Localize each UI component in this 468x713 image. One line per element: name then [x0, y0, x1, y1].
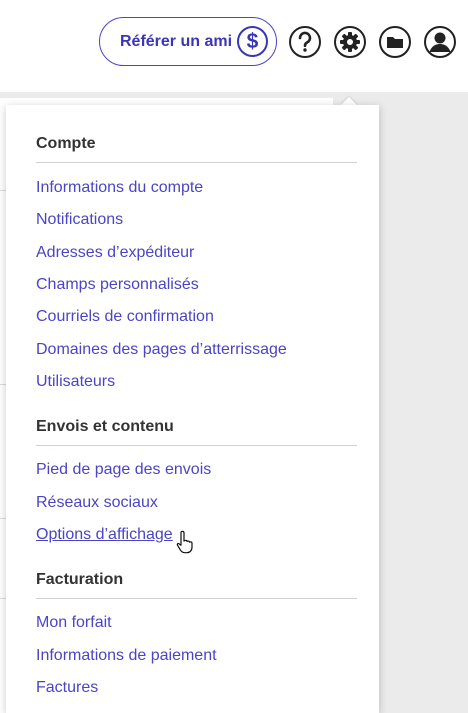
section-title-compte: Compte	[36, 135, 96, 152]
menu-item-informations-de-paiement[interactable]: Informations de paiement	[36, 647, 217, 665]
menu-item-options-affichage[interactable]: Options d’affichage	[36, 526, 173, 544]
help-button[interactable]	[289, 26, 321, 58]
section-title-envois-et-contenu: Envois et contenu	[36, 418, 174, 435]
menu-item-courriels-de-confirmation[interactable]: Courriels de confirmation	[36, 308, 214, 326]
menu-item-notifications[interactable]: Notifications	[36, 211, 123, 229]
settings-gear-icon	[339, 31, 361, 53]
top-header: Référer un ami $	[0, 0, 468, 92]
folder-icon	[386, 34, 404, 50]
section-title-facturation: Facturation	[36, 571, 124, 588]
refer-a-friend-button[interactable]: Référer un ami $	[99, 17, 277, 66]
refer-a-friend-label: Référer un ami	[120, 33, 233, 50]
dollar-icon: $	[237, 26, 268, 57]
menu-item-reseaux-sociaux[interactable]: Réseaux sociaux	[36, 494, 158, 512]
menu-item-mon-forfait[interactable]: Mon forfait	[36, 614, 112, 632]
settings-button[interactable]	[334, 26, 366, 58]
user-profile-icon	[426, 28, 454, 56]
profile-button[interactable]	[424, 26, 456, 58]
folder-button[interactable]	[379, 26, 411, 58]
menu-item-champs-personnalises[interactable]: Champs personnalisés	[36, 276, 199, 294]
menu-item-informations-du-compte[interactable]: Informations du compte	[36, 179, 203, 197]
section-divider	[36, 445, 357, 446]
menu-item-pied-de-page[interactable]: Pied de page des envois	[36, 461, 211, 479]
section-divider	[36, 598, 357, 599]
help-icon	[295, 31, 315, 53]
hand-pointer-cursor-icon	[176, 530, 193, 554]
section-divider	[36, 162, 357, 163]
settings-dropdown-menu: Compte Informations du compte Notificati…	[6, 105, 379, 713]
menu-item-factures[interactable]: Factures	[36, 679, 98, 697]
menu-item-adresses-expediteur[interactable]: Adresses d’expéditeur	[36, 244, 194, 262]
menu-item-utilisateurs[interactable]: Utilisateurs	[36, 373, 115, 391]
menu-item-domaines-pages-atterrissage[interactable]: Domaines des pages d’atterrissage	[36, 341, 287, 359]
